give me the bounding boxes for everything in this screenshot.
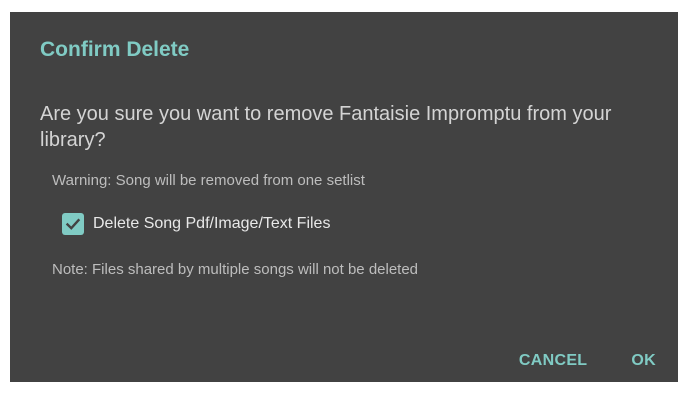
cancel-button[interactable]: CANCEL	[519, 352, 587, 370]
dialog-title: Confirm Delete	[40, 38, 190, 61]
dialog-message: Are you sure you want to remove Fantaisi…	[40, 103, 612, 151]
ok-button[interactable]: OK	[631, 352, 656, 370]
warning-text: Warning: Song will be removed from one s…	[52, 172, 365, 189]
note-text: Note: Files shared by multiple songs wil…	[52, 261, 419, 278]
delete-files-checkbox[interactable]	[62, 213, 84, 235]
delete-files-checkbox-label[interactable]: Delete Song Pdf/Image/Text Files	[93, 215, 330, 233]
dialog-actions: CANCEL OK	[519, 352, 656, 370]
confirm-delete-dialog: Confirm Delete Are you sure you want to …	[10, 12, 678, 382]
delete-files-checkbox-row[interactable]: Delete Song Pdf/Image/Text Files	[62, 213, 330, 235]
check-icon	[65, 218, 81, 230]
